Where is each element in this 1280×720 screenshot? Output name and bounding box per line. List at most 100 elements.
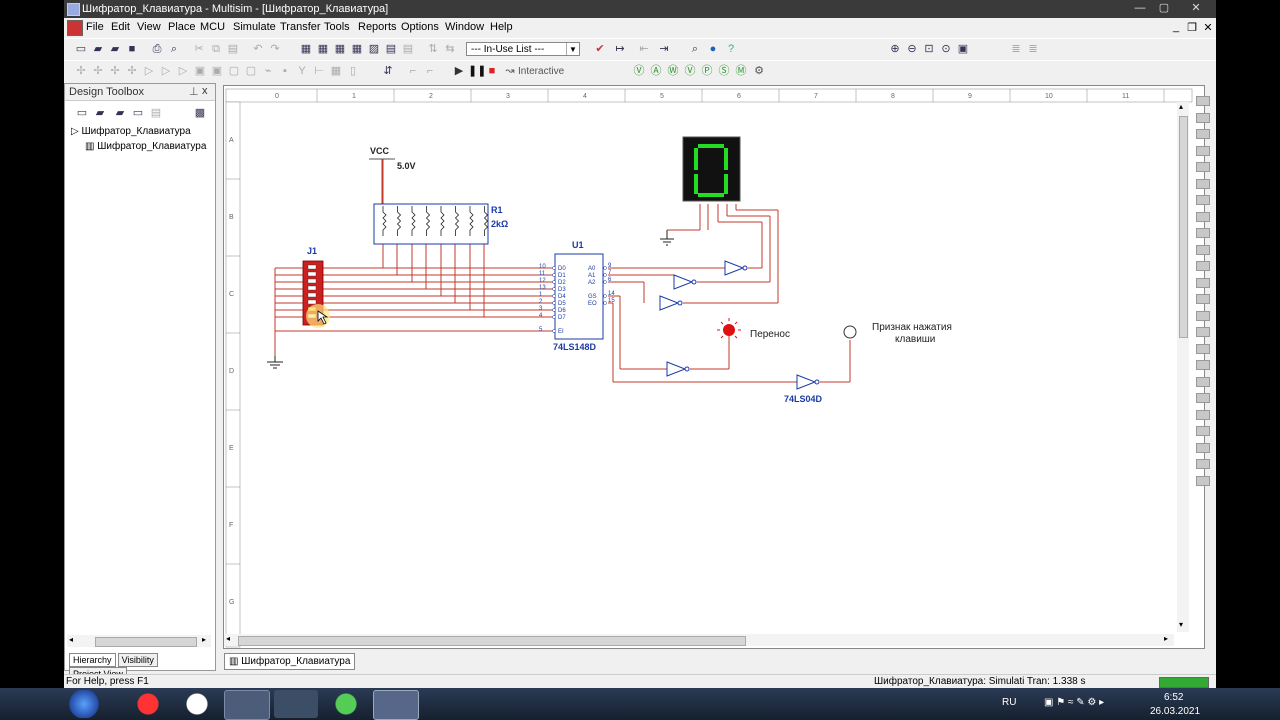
analyzer-icon[interactable]: Ⓜ [734,64,748,78]
tree-root-item[interactable]: ▷ Шифратор_Клавиатура [71,126,206,141]
zoom-out-icon[interactable]: ⊖ [905,42,919,56]
instrument-icon[interactable] [1196,277,1210,288]
ttl-icon[interactable]: ▷ [159,64,173,78]
led-indicator[interactable]: Перенос [717,318,790,341]
zoom-area-icon[interactable]: ⊡ [922,42,936,56]
toolbox-pin-icon[interactable]: ⊥ [189,85,199,98]
vcc-source[interactable]: VCC 5.0V [369,146,416,171]
menu-options[interactable]: Options [401,21,439,33]
menu-tools[interactable]: Tools [324,21,350,33]
instrument-icon[interactable] [1196,162,1210,172]
misc-digital-icon[interactable]: ▣ [210,64,224,78]
interactive-label[interactable]: Interactive [518,66,564,77]
canvas-hscroll[interactable]: ◂ ▸ [224,634,1174,646]
help-icon[interactable]: ? [724,42,738,56]
switch-toggle[interactable] [307,299,317,305]
save-icon[interactable]: ■ [125,42,139,56]
canvas-vscroll[interactable]: ▴ ▾ [1177,102,1189,632]
menu-view[interactable]: View [137,21,161,33]
menu-simulate[interactable]: Simulate [233,21,276,33]
open-folder-icon[interactable]: ▰ [91,42,105,56]
menu-edit[interactable]: Edit [111,21,130,33]
probe-icon[interactable]: Ⓟ [700,64,714,78]
analog-icon[interactable]: ▷ [142,64,156,78]
window-minimize-button[interactable]: — [1130,2,1150,15]
ammeter-icon[interactable]: Ⓐ [649,64,663,78]
spreadsheet-icon[interactable]: ▦ [316,42,330,56]
bom-icon[interactable]: ▤ [401,42,415,56]
instrument-icon[interactable] [1196,228,1210,238]
new-design-icon[interactable]: ▭ [75,106,89,120]
instrument-icon[interactable] [1196,475,1210,486]
document-tab[interactable]: ▥ Шифратор_Клавиатура [224,653,356,670]
indicator-icon[interactable]: ▢ [244,64,258,78]
inverter-gate[interactable] [796,374,817,390]
mdi-close-button[interactable]: ✕ [1201,21,1215,34]
switch-toggle[interactable] [307,292,317,298]
start-button[interactable] [64,690,104,718]
canvas-hscroll-thumb[interactable] [238,636,746,646]
instrument-icon[interactable] [1196,409,1210,420]
browser-icon[interactable] [175,690,219,718]
instrument-icon[interactable] [1196,393,1210,403]
erc-icon[interactable]: ✔ [593,42,607,56]
toolbox-hscroll-thumb[interactable] [95,637,197,647]
misc-icon[interactable]: ⌁ [261,64,275,78]
connector-icon[interactable]: ⌐ [423,64,437,78]
grapher-icon[interactable]: ▨ [367,42,381,56]
print-icon[interactable]: ⎙ [150,42,164,56]
instrument-icon[interactable] [1196,261,1210,271]
hierarchy-icon[interactable]: ⇅ [426,42,440,56]
diode-icon[interactable]: ✢ [108,64,122,78]
scope-icon[interactable]: Ⓢ [717,64,731,78]
source-icon[interactable]: ✢ [74,64,88,78]
instrument-icon[interactable] [1196,112,1210,123]
print-preview-icon[interactable]: ⌕ [167,42,181,56]
find-icon[interactable]: ⌕ [688,42,702,56]
tray-icons[interactable]: ▣ ⚑ ≈ ✎ ⚙ ▸ [1044,697,1104,708]
dip-switch-j1[interactable]: J1 [302,246,330,328]
ni-component-icon[interactable]: ▦ [329,64,343,78]
instrument-icon[interactable] [1196,178,1210,189]
power-icon[interactable]: ▪ [278,64,292,78]
open-sample-icon[interactable]: ▰ [108,42,122,56]
tab-visibility[interactable]: Visibility [117,653,158,667]
instrument-icon[interactable] [1196,459,1210,469]
clock-time[interactable]: 6:52 [1164,692,1183,703]
menu-help[interactable]: Help [490,21,513,33]
zoom-in-icon[interactable]: ⊕ [888,42,902,56]
utorrent-icon[interactable] [324,690,368,718]
instrument-icon[interactable] [1196,310,1210,321]
wattmeter-icon[interactable]: Ⓦ [666,64,680,78]
zoom-sheet-icon[interactable]: ⊙ [939,42,953,56]
menu-file[interactable]: File [86,21,104,33]
instrument-icon[interactable] [1196,426,1210,436]
instrument-icon[interactable] [1196,211,1210,222]
subcircuit-icon[interactable]: ⇆ [443,42,457,56]
settings-icon[interactable]: ⚙ [752,64,766,78]
switch-toggle[interactable] [307,278,317,284]
menu-place[interactable]: Place [168,21,196,33]
cut-icon[interactable]: ✂ [192,42,206,56]
cmos-icon[interactable]: ▷ [176,64,190,78]
postprocessor-icon[interactable]: ▤ [384,42,398,56]
voltmeter-icon[interactable]: Ⓥ [683,64,697,78]
ladder-icon[interactable]: ▯ [346,64,360,78]
instrument-icon[interactable] [1196,145,1210,156]
switch-toggle[interactable] [307,271,317,277]
instrument-icon[interactable] [1196,129,1210,139]
align-left-icon[interactable]: ≣ [1009,42,1023,56]
tab-hierarchy[interactable]: Hierarchy [69,653,116,667]
database-icon[interactable]: ▦ [333,42,347,56]
menu-mcu[interactable]: MCU [200,21,225,33]
inverter-gate[interactable] [724,260,745,276]
save-design-icon[interactable]: ▰ [113,106,127,120]
electromech-icon[interactable]: ⊢ [312,64,326,78]
rf-icon[interactable]: Y [295,64,309,78]
redo-icon[interactable]: ↷ [268,42,282,56]
inverter-gate[interactable] [666,361,687,377]
in-use-list-dropdown[interactable]: --- In-Use List --- ▼ [466,42,580,56]
toolbox-hscroll[interactable]: ◂ ▸ [67,635,211,647]
toolbox-close-button[interactable]: x [202,85,208,97]
inverter-gate[interactable] [673,274,694,290]
